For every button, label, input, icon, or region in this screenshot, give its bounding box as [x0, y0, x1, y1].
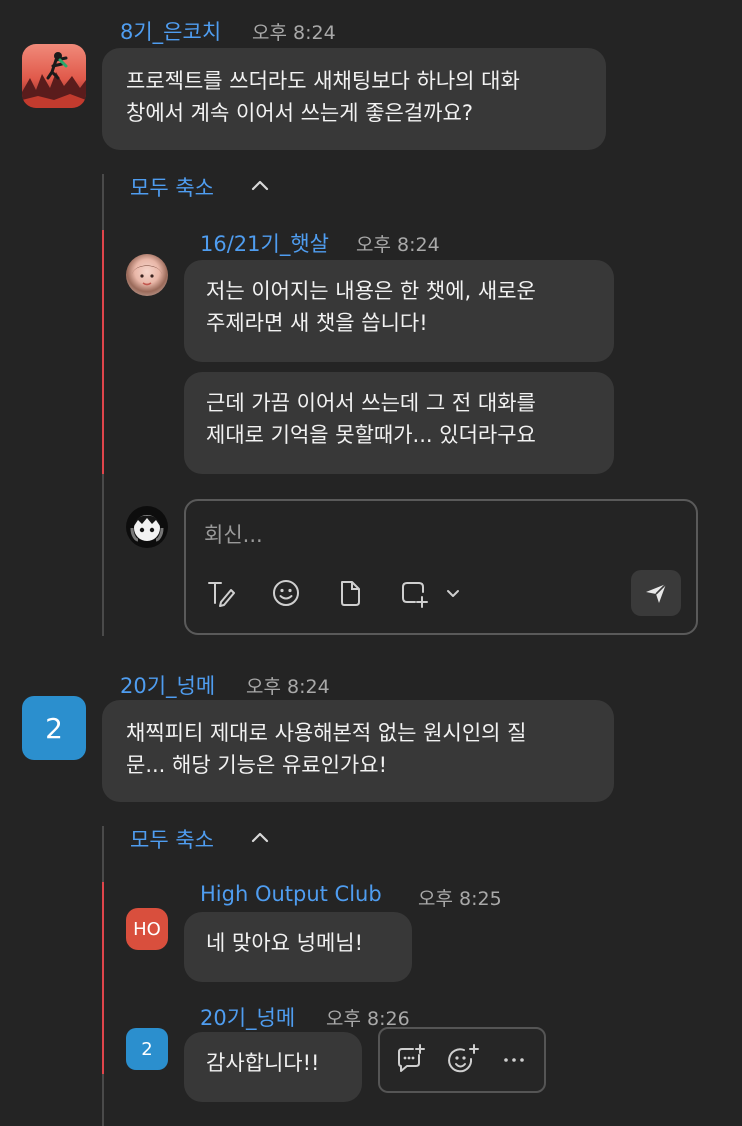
chevron-down-icon[interactable]	[442, 582, 464, 604]
add-reaction-icon[interactable]	[444, 1040, 484, 1080]
reply-text: 네 맞아요 넝메님!	[206, 931, 364, 955]
file-icon[interactable]	[332, 576, 368, 610]
reply-bubble: 네 맞아요 넝메님!	[184, 912, 412, 982]
reply-author[interactable]: 16/21기_햇살	[200, 228, 329, 258]
message-time: 오후 8:24	[252, 22, 336, 44]
avatar-high-output-club[interactable]: HO	[126, 908, 168, 950]
emoji-icon[interactable]	[268, 576, 304, 610]
thread-accent-line	[102, 882, 104, 1074]
chevron-up-icon[interactable]	[248, 174, 272, 203]
avatar-neongme[interactable]: 2	[22, 696, 86, 760]
collapse-all-button[interactable]: 모두 축소	[130, 172, 214, 202]
message-text: 문... 해당 기능은 유료인가요!	[126, 753, 387, 777]
message-time: 오후 8:24	[246, 676, 330, 698]
message-text: 창에서 계속 이어서 쓰는게 좋은걸까요?	[126, 101, 473, 125]
avatar-initial: HO	[133, 918, 161, 940]
message-bubble: 프로젝트를 쓰더라도 새채팅보다 하나의 대화 창에서 계속 이어서 쓰는게 좋…	[102, 48, 606, 150]
reply-text: 제대로 기억을 못할때가... 있더라구요	[206, 423, 536, 447]
avatar-current-user[interactable]	[126, 506, 168, 548]
reply-text: 근데 가끔 이어서 쓰는데 그 전 대화를	[206, 391, 536, 415]
reply-time: 오후 8:25	[418, 888, 502, 910]
reply-author[interactable]: High Output Club	[200, 882, 382, 906]
avatar-neongme[interactable]: 2	[126, 1028, 168, 1070]
reply-author[interactable]: 20기_넝메	[200, 1002, 295, 1032]
message-author[interactable]: 8기_은코치	[120, 16, 221, 46]
reply-time: 오후 8:24	[356, 234, 440, 256]
message-text: 채찍피티 제대로 사용해본적 없는 원시인의 질	[126, 721, 527, 745]
screenshot-icon[interactable]	[396, 576, 432, 610]
reply-bubble: 저는 이어지는 내용은 한 챗에, 새로운 주제라면 새 챗을 씁니다!	[184, 260, 614, 362]
avatar-initial: 2	[45, 711, 63, 745]
avatar-eun-coach[interactable]	[22, 44, 86, 108]
reply-input[interactable]: 회신...	[204, 519, 263, 549]
avatar-initial: 2	[141, 1038, 153, 1060]
send-icon[interactable]	[631, 570, 681, 616]
reply-bubble: 감사합니다!!	[184, 1032, 362, 1102]
reply-text: 저는 이어지는 내용은 한 챗에, 새로운	[206, 279, 536, 303]
text-format-icon[interactable]	[202, 576, 238, 610]
reply-text: 주제라면 새 챗을 씁니다!	[206, 311, 428, 335]
thread-accent-line	[102, 230, 104, 474]
chevron-up-icon[interactable]	[248, 826, 272, 855]
reply-bubble: 근데 가끔 이어서 쓰는데 그 전 대화를 제대로 기억을 못할때가... 있더…	[184, 372, 614, 474]
avatar-haetsal[interactable]	[126, 254, 168, 296]
message-author[interactable]: 20기_넝메	[120, 670, 215, 700]
message-text: 프로젝트를 쓰더라도 새채팅보다 하나의 대화	[126, 69, 520, 93]
message-bubble: 채찍피티 제대로 사용해본적 없는 원시인의 질 문... 해당 기능은 유료인…	[102, 700, 614, 802]
reply-in-thread-icon[interactable]	[390, 1040, 430, 1080]
collapse-all-button[interactable]: 모두 축소	[130, 824, 214, 854]
reply-text: 감사합니다!!	[206, 1051, 320, 1075]
more-icon[interactable]	[496, 1040, 532, 1080]
